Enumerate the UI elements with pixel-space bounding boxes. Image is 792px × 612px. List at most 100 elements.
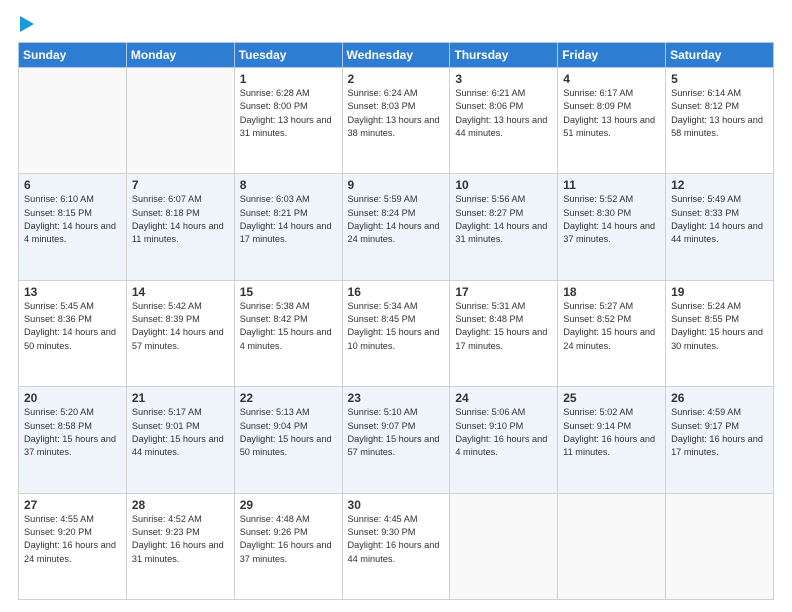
day-number: 20 bbox=[24, 391, 121, 405]
calendar-cell bbox=[19, 68, 127, 174]
day-number: 2 bbox=[348, 72, 445, 86]
calendar-cell: 16Sunrise: 5:34 AMSunset: 8:45 PMDayligh… bbox=[342, 280, 450, 386]
calendar-cell: 11Sunrise: 5:52 AMSunset: 8:30 PMDayligh… bbox=[558, 174, 666, 280]
calendar-cell: 17Sunrise: 5:31 AMSunset: 8:48 PMDayligh… bbox=[450, 280, 558, 386]
day-number: 18 bbox=[563, 285, 660, 299]
weekday-header-saturday: Saturday bbox=[666, 43, 774, 68]
calendar-table: SundayMondayTuesdayWednesdayThursdayFrid… bbox=[18, 42, 774, 600]
day-info: Sunrise: 5:17 AMSunset: 9:01 PMDaylight:… bbox=[132, 406, 229, 459]
calendar-cell: 7Sunrise: 6:07 AMSunset: 8:18 PMDaylight… bbox=[126, 174, 234, 280]
day-info: Sunrise: 5:52 AMSunset: 8:30 PMDaylight:… bbox=[563, 193, 660, 246]
week-row-2: 6Sunrise: 6:10 AMSunset: 8:15 PMDaylight… bbox=[19, 174, 774, 280]
calendar-cell: 15Sunrise: 5:38 AMSunset: 8:42 PMDayligh… bbox=[234, 280, 342, 386]
calendar-cell: 3Sunrise: 6:21 AMSunset: 8:06 PMDaylight… bbox=[450, 68, 558, 174]
day-number: 10 bbox=[455, 178, 552, 192]
day-info: Sunrise: 5:24 AMSunset: 8:55 PMDaylight:… bbox=[671, 300, 768, 353]
day-info: Sunrise: 5:02 AMSunset: 9:14 PMDaylight:… bbox=[563, 406, 660, 459]
day-number: 4 bbox=[563, 72, 660, 86]
weekday-header-tuesday: Tuesday bbox=[234, 43, 342, 68]
day-info: Sunrise: 5:13 AMSunset: 9:04 PMDaylight:… bbox=[240, 406, 337, 459]
calendar-cell: 26Sunrise: 4:59 AMSunset: 9:17 PMDayligh… bbox=[666, 387, 774, 493]
day-number: 8 bbox=[240, 178, 337, 192]
calendar-cell bbox=[450, 493, 558, 599]
day-number: 13 bbox=[24, 285, 121, 299]
weekday-header-friday: Friday bbox=[558, 43, 666, 68]
calendar-cell: 28Sunrise: 4:52 AMSunset: 9:23 PMDayligh… bbox=[126, 493, 234, 599]
calendar-cell: 19Sunrise: 5:24 AMSunset: 8:55 PMDayligh… bbox=[666, 280, 774, 386]
weekday-header-thursday: Thursday bbox=[450, 43, 558, 68]
day-info: Sunrise: 5:20 AMSunset: 8:58 PMDaylight:… bbox=[24, 406, 121, 459]
week-row-1: 1Sunrise: 6:28 AMSunset: 8:00 PMDaylight… bbox=[19, 68, 774, 174]
weekday-header-row: SundayMondayTuesdayWednesdayThursdayFrid… bbox=[19, 43, 774, 68]
day-number: 9 bbox=[348, 178, 445, 192]
calendar-cell: 30Sunrise: 4:45 AMSunset: 9:30 PMDayligh… bbox=[342, 493, 450, 599]
day-info: Sunrise: 4:55 AMSunset: 9:20 PMDaylight:… bbox=[24, 513, 121, 566]
day-number: 3 bbox=[455, 72, 552, 86]
day-info: Sunrise: 5:10 AMSunset: 9:07 PMDaylight:… bbox=[348, 406, 445, 459]
day-info: Sunrise: 5:34 AMSunset: 8:45 PMDaylight:… bbox=[348, 300, 445, 353]
calendar-cell: 5Sunrise: 6:14 AMSunset: 8:12 PMDaylight… bbox=[666, 68, 774, 174]
day-number: 6 bbox=[24, 178, 121, 192]
calendar-cell: 29Sunrise: 4:48 AMSunset: 9:26 PMDayligh… bbox=[234, 493, 342, 599]
calendar-cell: 2Sunrise: 6:24 AMSunset: 8:03 PMDaylight… bbox=[342, 68, 450, 174]
day-number: 30 bbox=[348, 498, 445, 512]
calendar-cell bbox=[558, 493, 666, 599]
day-info: Sunrise: 5:45 AMSunset: 8:36 PMDaylight:… bbox=[24, 300, 121, 353]
day-info: Sunrise: 4:48 AMSunset: 9:26 PMDaylight:… bbox=[240, 513, 337, 566]
day-info: Sunrise: 6:14 AMSunset: 8:12 PMDaylight:… bbox=[671, 87, 768, 140]
week-row-3: 13Sunrise: 5:45 AMSunset: 8:36 PMDayligh… bbox=[19, 280, 774, 386]
day-info: Sunrise: 6:24 AMSunset: 8:03 PMDaylight:… bbox=[348, 87, 445, 140]
calendar-cell: 1Sunrise: 6:28 AMSunset: 8:00 PMDaylight… bbox=[234, 68, 342, 174]
day-info: Sunrise: 6:28 AMSunset: 8:00 PMDaylight:… bbox=[240, 87, 337, 140]
day-info: Sunrise: 5:49 AMSunset: 8:33 PMDaylight:… bbox=[671, 193, 768, 246]
day-number: 11 bbox=[563, 178, 660, 192]
calendar-cell: 22Sunrise: 5:13 AMSunset: 9:04 PMDayligh… bbox=[234, 387, 342, 493]
day-info: Sunrise: 5:59 AMSunset: 8:24 PMDaylight:… bbox=[348, 193, 445, 246]
day-number: 15 bbox=[240, 285, 337, 299]
day-number: 23 bbox=[348, 391, 445, 405]
weekday-header-wednesday: Wednesday bbox=[342, 43, 450, 68]
header bbox=[18, 16, 774, 32]
calendar-cell: 20Sunrise: 5:20 AMSunset: 8:58 PMDayligh… bbox=[19, 387, 127, 493]
page: SundayMondayTuesdayWednesdayThursdayFrid… bbox=[0, 0, 792, 612]
day-info: Sunrise: 4:45 AMSunset: 9:30 PMDaylight:… bbox=[348, 513, 445, 566]
day-info: Sunrise: 4:52 AMSunset: 9:23 PMDaylight:… bbox=[132, 513, 229, 566]
day-info: Sunrise: 6:03 AMSunset: 8:21 PMDaylight:… bbox=[240, 193, 337, 246]
day-info: Sunrise: 6:17 AMSunset: 8:09 PMDaylight:… bbox=[563, 87, 660, 140]
calendar-cell: 8Sunrise: 6:03 AMSunset: 8:21 PMDaylight… bbox=[234, 174, 342, 280]
day-info: Sunrise: 6:21 AMSunset: 8:06 PMDaylight:… bbox=[455, 87, 552, 140]
day-info: Sunrise: 5:27 AMSunset: 8:52 PMDaylight:… bbox=[563, 300, 660, 353]
day-number: 27 bbox=[24, 498, 121, 512]
week-row-5: 27Sunrise: 4:55 AMSunset: 9:20 PMDayligh… bbox=[19, 493, 774, 599]
calendar-cell: 12Sunrise: 5:49 AMSunset: 8:33 PMDayligh… bbox=[666, 174, 774, 280]
day-number: 24 bbox=[455, 391, 552, 405]
calendar-cell: 25Sunrise: 5:02 AMSunset: 9:14 PMDayligh… bbox=[558, 387, 666, 493]
day-info: Sunrise: 5:06 AMSunset: 9:10 PMDaylight:… bbox=[455, 406, 552, 459]
day-number: 17 bbox=[455, 285, 552, 299]
day-number: 16 bbox=[348, 285, 445, 299]
calendar-cell: 14Sunrise: 5:42 AMSunset: 8:39 PMDayligh… bbox=[126, 280, 234, 386]
day-number: 14 bbox=[132, 285, 229, 299]
calendar-cell: 10Sunrise: 5:56 AMSunset: 8:27 PMDayligh… bbox=[450, 174, 558, 280]
day-info: Sunrise: 5:56 AMSunset: 8:27 PMDaylight:… bbox=[455, 193, 552, 246]
calendar-cell bbox=[666, 493, 774, 599]
weekday-header-monday: Monday bbox=[126, 43, 234, 68]
day-number: 26 bbox=[671, 391, 768, 405]
calendar-cell bbox=[126, 68, 234, 174]
calendar-cell: 13Sunrise: 5:45 AMSunset: 8:36 PMDayligh… bbox=[19, 280, 127, 386]
day-info: Sunrise: 6:07 AMSunset: 8:18 PMDaylight:… bbox=[132, 193, 229, 246]
day-number: 19 bbox=[671, 285, 768, 299]
day-number: 29 bbox=[240, 498, 337, 512]
day-info: Sunrise: 4:59 AMSunset: 9:17 PMDaylight:… bbox=[671, 406, 768, 459]
logo bbox=[18, 16, 34, 32]
logo-arrow-icon bbox=[20, 16, 34, 32]
calendar-cell: 27Sunrise: 4:55 AMSunset: 9:20 PMDayligh… bbox=[19, 493, 127, 599]
day-info: Sunrise: 5:42 AMSunset: 8:39 PMDaylight:… bbox=[132, 300, 229, 353]
day-info: Sunrise: 5:38 AMSunset: 8:42 PMDaylight:… bbox=[240, 300, 337, 353]
calendar-cell: 4Sunrise: 6:17 AMSunset: 8:09 PMDaylight… bbox=[558, 68, 666, 174]
calendar-cell: 21Sunrise: 5:17 AMSunset: 9:01 PMDayligh… bbox=[126, 387, 234, 493]
calendar-cell: 24Sunrise: 5:06 AMSunset: 9:10 PMDayligh… bbox=[450, 387, 558, 493]
day-number: 25 bbox=[563, 391, 660, 405]
day-number: 21 bbox=[132, 391, 229, 405]
day-info: Sunrise: 6:10 AMSunset: 8:15 PMDaylight:… bbox=[24, 193, 121, 246]
